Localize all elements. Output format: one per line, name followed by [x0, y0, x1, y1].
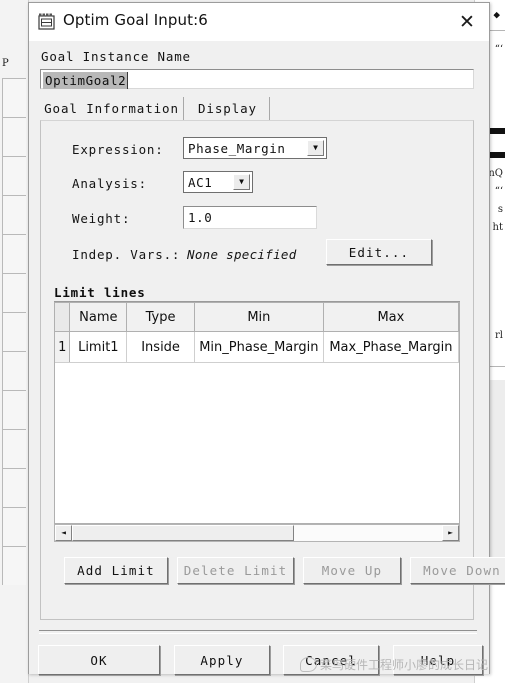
- cell-type[interactable]: Inside: [127, 332, 195, 362]
- tabstrip: Goal Information Display: [40, 97, 474, 120]
- tab-goal-information[interactable]: Goal Information: [40, 97, 184, 120]
- background-left-row: [2, 195, 26, 234]
- weight-value: 1.0: [188, 210, 213, 225]
- background-left-row: [2, 117, 26, 156]
- help-button[interactable]: Help: [393, 645, 483, 675]
- background-right-arrow-icon: ◆: [493, 8, 500, 21]
- background-left-row: [2, 312, 26, 351]
- apply-button-label: Apply: [200, 652, 244, 668]
- background-right-mark: rl: [495, 330, 503, 341]
- add-limit-label: Add Limit: [77, 563, 155, 578]
- table-row[interactable]: 1 Limit1 Inside Min_Phase_Margin Max_Pha…: [55, 332, 459, 363]
- weight-label: Weight:: [72, 211, 131, 226]
- move-down-label: Move Down: [423, 563, 501, 578]
- limit-lines-grid[interactable]: Name Type Min Max 1 Limit1 Inside Min_Ph…: [54, 302, 460, 524]
- optim-goal-input-dialog: Optim Goal Input:6 ✕ Goal Instance Name …: [28, 2, 505, 675]
- column-header-name[interactable]: Name: [70, 303, 128, 331]
- indep-vars-label: Indep. Vars.:: [72, 247, 181, 262]
- background-left-row: [2, 156, 26, 195]
- goal-instance-name-input[interactable]: OptimGoal2: [40, 69, 474, 89]
- help-button-label: Help: [420, 652, 456, 668]
- background-right-mark: s: [497, 204, 503, 215]
- footer-divider: [39, 630, 477, 634]
- background-left-label: P: [2, 58, 9, 69]
- scroll-left-icon[interactable]: ◄: [55, 525, 72, 541]
- delete-limit-label: Delete Limit: [183, 563, 288, 578]
- limit-lines-title: Limit lines: [54, 285, 146, 300]
- analysis-label: Analysis:: [72, 176, 147, 191]
- dialog-title: Optim Goal Input:6: [63, 11, 208, 29]
- close-icon[interactable]: ✕: [445, 3, 489, 41]
- background-left-row: [2, 351, 26, 390]
- edit-button-label: Edit...: [348, 244, 410, 260]
- apply-button[interactable]: Apply: [174, 645, 270, 675]
- background-left-row: [2, 507, 26, 546]
- cancel-button[interactable]: Cancel: [283, 645, 379, 675]
- chevron-down-icon[interactable]: ▼: [233, 174, 250, 190]
- form-window-icon: [38, 13, 55, 30]
- background-left-row: [2, 468, 26, 507]
- column-header-type[interactable]: Type: [127, 303, 195, 331]
- limit-lines-header-row: Name Type Min Max: [55, 303, 459, 332]
- background-right-mark: “‘: [494, 186, 503, 197]
- cell-name[interactable]: Limit1: [70, 332, 128, 362]
- background-left-row: [2, 273, 26, 312]
- cancel-button-label: Cancel: [305, 652, 357, 668]
- tab-goal-information-label: Goal Information: [44, 101, 179, 116]
- cell-max[interactable]: Max_Phase_Margin: [324, 332, 459, 362]
- scrollbar-track[interactable]: [72, 525, 442, 541]
- background-left-row: [2, 234, 26, 273]
- background-left-rows: [2, 78, 26, 585]
- column-header-max[interactable]: Max: [323, 303, 459, 331]
- grid-horizontal-scrollbar[interactable]: ◄ ►: [54, 524, 460, 542]
- chevron-down-icon[interactable]: ▼: [307, 140, 324, 156]
- delete-limit-button[interactable]: Delete Limit: [177, 557, 294, 584]
- move-up-button[interactable]: Move Up: [303, 557, 401, 584]
- row-number: 1: [55, 332, 71, 362]
- goal-information-panel: Expression: Phase_Margin ▼ Analysis: AC1…: [40, 120, 505, 620]
- weight-input[interactable]: 1.0: [183, 206, 317, 229]
- analysis-combo[interactable]: AC1 ▼: [183, 171, 253, 193]
- cell-min[interactable]: Min_Phase_Margin: [195, 332, 324, 362]
- background-left-row: [2, 546, 26, 585]
- expression-value: Phase_Margin: [188, 140, 286, 156]
- background-right-mark: “‘: [494, 44, 503, 55]
- background-right-mark: ht: [492, 222, 503, 233]
- edit-button[interactable]: Edit...: [326, 239, 432, 265]
- ok-button[interactable]: OK: [38, 645, 160, 675]
- background-left-row: [2, 390, 26, 429]
- background-left-row: [2, 429, 26, 468]
- dialog-titlebar[interactable]: Optim Goal Input:6 ✕: [29, 3, 489, 41]
- expression-label: Expression:: [72, 142, 164, 157]
- tab-display-label: Display: [198, 101, 257, 116]
- column-header-min[interactable]: Min: [194, 303, 324, 331]
- add-limit-button[interactable]: Add Limit: [64, 557, 168, 584]
- scrollbar-thumb[interactable]: [72, 525, 294, 541]
- tab-display[interactable]: Display: [186, 97, 270, 120]
- background-left-row: [2, 78, 26, 117]
- expression-combo[interactable]: Phase_Margin ▼: [183, 137, 327, 159]
- move-down-button[interactable]: Move Down: [410, 557, 505, 584]
- goal-instance-name-label: Goal Instance Name: [41, 49, 191, 64]
- ok-button-label: OK: [90, 652, 108, 668]
- background-right-mark: nQ: [488, 168, 503, 179]
- grid-corner-cell: [55, 303, 71, 331]
- goal-instance-name-value: OptimGoal2: [43, 72, 129, 89]
- indep-vars-value: None specified: [187, 247, 297, 262]
- background-left-panel: P: [0, 0, 29, 683]
- move-up-label: Move Up: [321, 563, 383, 578]
- scroll-right-icon[interactable]: ►: [442, 525, 459, 541]
- analysis-value: AC1: [188, 174, 213, 190]
- dialog-body: Goal Instance Name OptimGoal2 Goal Infor…: [29, 41, 505, 675]
